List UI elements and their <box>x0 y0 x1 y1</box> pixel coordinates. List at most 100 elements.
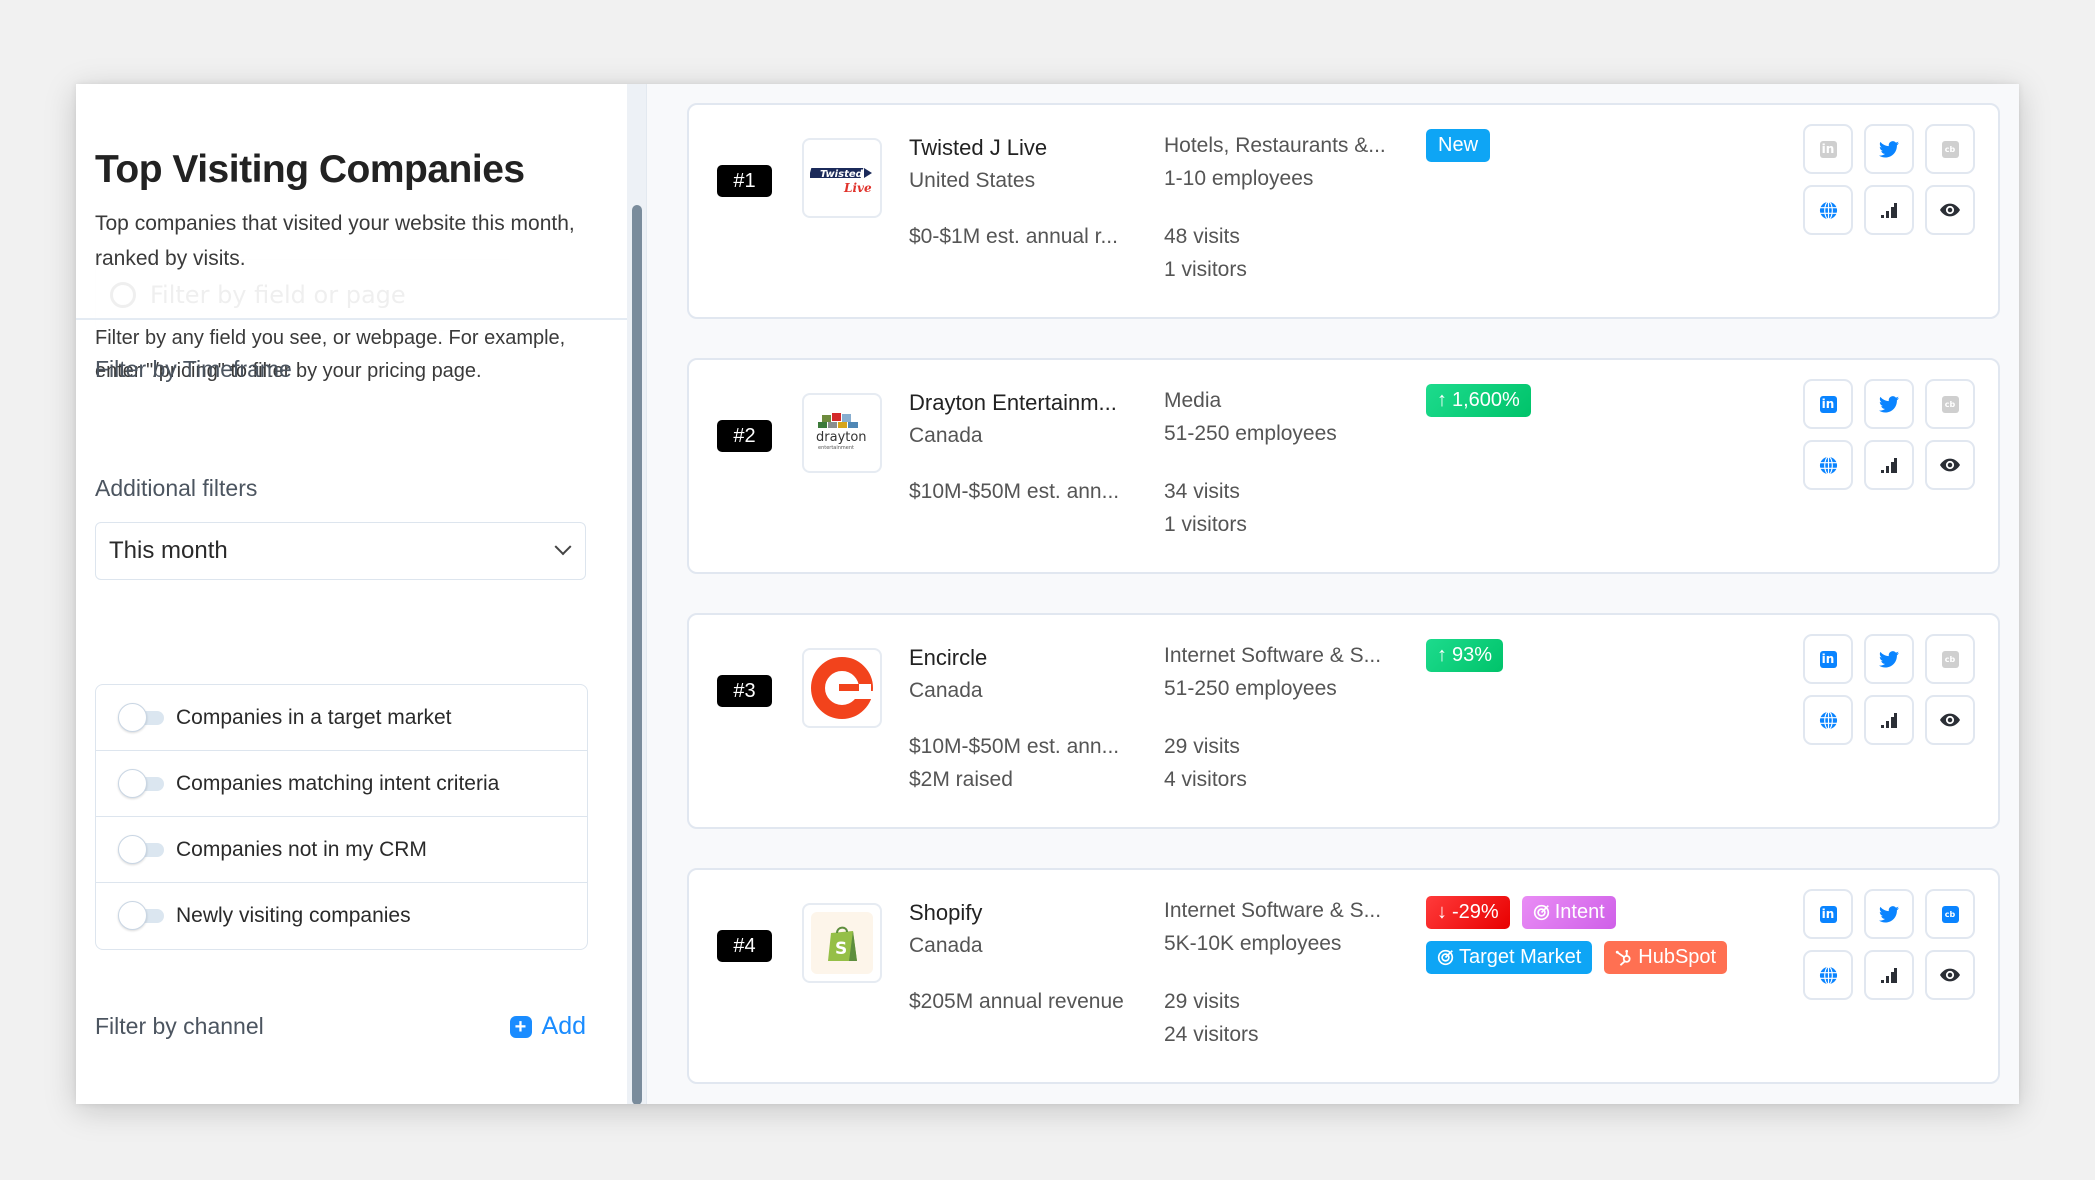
timeframe-select[interactable]: This month <box>95 522 586 580</box>
encircle-logo[interactable] <box>802 648 882 728</box>
company-employees: 51-250 employees <box>1164 677 1337 700</box>
analytics-button[interactable] <box>1864 440 1914 490</box>
visit-count: 48 visits <box>1164 225 1240 248</box>
crunchbase-button: cb <box>1925 124 1975 174</box>
visitor-count: 1 visitors <box>1164 513 1247 536</box>
eye-icon <box>1940 203 1960 217</box>
filter-intent-criteria: Companies matching intent criteria <box>96 751 587 817</box>
crunchbase-icon: cb <box>1941 140 1959 158</box>
company-financials: $205M annual revenue <box>909 985 1124 1018</box>
sidebar-scrollbar[interactable] <box>627 84 647 1104</box>
shopify-logo[interactable]: S <box>802 903 882 983</box>
twitter-button[interactable] <box>1864 889 1914 939</box>
company-location: Canada <box>909 679 983 702</box>
svg-text:S: S <box>835 939 847 959</box>
view-details-button[interactable] <box>1925 695 1975 745</box>
badge-label: Target Market <box>1459 946 1582 968</box>
view-details-button[interactable] <box>1925 950 1975 1000</box>
linkedin-button[interactable]: in <box>1803 379 1853 429</box>
website-button[interactable] <box>1803 440 1853 490</box>
target-icon <box>1533 904 1550 921</box>
company-revenue: $10M-$50M est. ann... <box>909 480 1120 503</box>
company-location: Canada <box>909 934 983 957</box>
company-revenue: $205M annual revenue <box>909 990 1124 1013</box>
company-name[interactable]: Drayton Entertainm... <box>909 386 1117 419</box>
signal-bars-icon <box>1880 202 1898 218</box>
company-name[interactable]: Shopify <box>909 896 983 929</box>
company-card-1[interactable]: #1 Twisted J Live Twisted J Live United S… <box>687 103 2000 319</box>
company-financials: $0-$1M est. annual r... <box>909 220 1118 253</box>
company-identity: Twisted J Live United States <box>909 131 1047 197</box>
linkedin-icon: in <box>1819 140 1837 158</box>
crunchbase-button[interactable]: cb <box>1925 889 1975 939</box>
company-tags: ↓ -29% Intent Target Market HubSpot <box>1426 896 1786 974</box>
svg-text:drayton: drayton <box>816 430 867 445</box>
scrollbar-thumb[interactable] <box>632 205 642 1104</box>
signal-bars-icon <box>1880 967 1898 983</box>
target-badge: Target Market <box>1426 941 1593 974</box>
badge-label: Intent <box>1554 901 1605 923</box>
view-details-button[interactable] <box>1925 185 1975 235</box>
company-location: United States <box>909 169 1036 192</box>
company-identity: Shopify Canada <box>909 896 983 962</box>
company-name[interactable]: Twisted J Live <box>909 131 1047 164</box>
filter-icon <box>110 282 136 308</box>
rank-badge: #3 <box>717 675 772 707</box>
view-details-button[interactable] <box>1925 440 1975 490</box>
analytics-button[interactable] <box>1864 950 1914 1000</box>
channel-filter-row: Filter by channel + Add <box>95 1012 586 1041</box>
website-button[interactable] <box>1803 185 1853 235</box>
company-traffic: 29 visits 24 visitors <box>1164 985 1259 1051</box>
toggle-intent-criteria[interactable] <box>118 768 164 799</box>
company-card-3[interactable]: #3 Encircle Canada $10M-$50M est. ann...… <box>687 613 2000 829</box>
website-button[interactable] <box>1803 695 1853 745</box>
linkedin-button[interactable]: in <box>1803 634 1853 684</box>
rank-badge: #1 <box>717 165 772 197</box>
visitor-count: 1 visitors <box>1164 258 1247 281</box>
company-location: Canada <box>909 424 983 447</box>
visit-count: 34 visits <box>1164 480 1240 503</box>
badge-label: -29% <box>1452 901 1499 923</box>
linkedin-icon: in <box>1819 905 1837 923</box>
crunchbase-icon: cb <box>1941 905 1959 923</box>
up-badge: ↑ 1,600% <box>1426 384 1531 417</box>
company-traffic: 34 visits 1 visitors <box>1164 475 1247 541</box>
website-button[interactable] <box>1803 950 1853 1000</box>
crunchbase-button: cb <box>1925 379 1975 429</box>
filter-not-in-crm: Companies not in my CRM <box>96 817 587 883</box>
badge-label: 93% <box>1452 644 1493 666</box>
badge-label: New <box>1438 134 1479 156</box>
twitter-button[interactable] <box>1864 634 1914 684</box>
company-card-4[interactable]: #4 S Shopify Canada $205M annual revenue… <box>687 868 2000 1084</box>
page-subtitle: Top companies that visited your website … <box>95 212 575 270</box>
twitter-button[interactable] <box>1864 379 1914 429</box>
company-industry: Internet Software & S... <box>1164 899 1382 922</box>
linkedin-button[interactable]: in <box>1803 889 1853 939</box>
analytics-button[interactable] <box>1864 185 1914 235</box>
plus-icon: + <box>509 1015 532 1038</box>
filter-label: Companies in a target market <box>176 705 452 729</box>
company-traffic: 48 visits 1 visitors <box>1164 220 1247 286</box>
globe-icon <box>1819 455 1838 475</box>
twisted-j-live-logo[interactable]: Twisted J Live <box>802 138 882 218</box>
company-firmographics: Internet Software & S... 5K-10K employee… <box>1164 894 1381 960</box>
drayton-entertainment-logo[interactable]: drayton entertainment <box>802 393 882 473</box>
new-badge: New <box>1426 129 1491 162</box>
company-actions: in cb <box>1803 889 1975 1000</box>
company-card-2[interactable]: #2 drayton entertainment Drayton Entertai… <box>687 358 2000 574</box>
toggle-not-in-crm[interactable] <box>118 834 164 865</box>
toggle-target-market[interactable] <box>118 702 164 733</box>
signal-bars-icon <box>1880 712 1898 728</box>
company-identity: Encircle Canada <box>909 641 987 707</box>
analytics-button[interactable] <box>1864 695 1914 745</box>
twitter-button[interactable] <box>1864 124 1914 174</box>
company-tags: ↑ 93% <box>1426 639 1786 672</box>
add-channel-button[interactable]: + Add <box>509 1012 586 1041</box>
hubspot-icon <box>1615 949 1633 967</box>
page-title: Top Visiting Companies <box>95 148 525 191</box>
toggle-newly-visiting[interactable] <box>118 901 164 931</box>
timeframe-selected-value: This month <box>109 537 228 564</box>
additional-filters-list: Companies in a target market Companies m… <box>95 684 588 950</box>
globe-icon <box>1819 710 1838 730</box>
company-name[interactable]: Encircle <box>909 641 987 674</box>
